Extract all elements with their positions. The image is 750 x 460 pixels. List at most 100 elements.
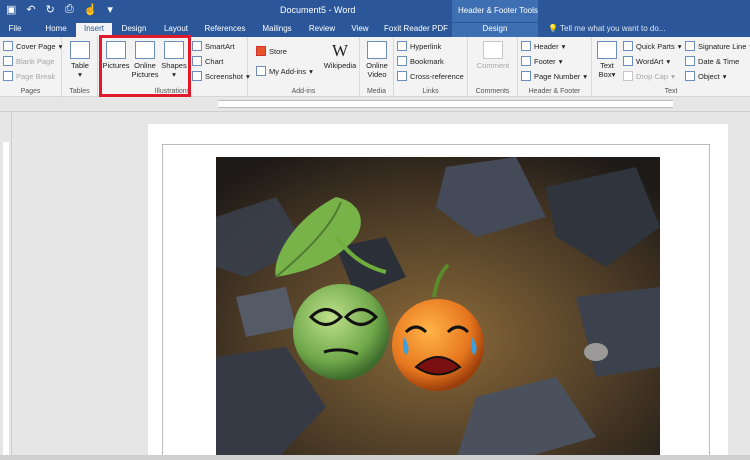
- tab-file[interactable]: File: [0, 23, 30, 37]
- tab-home[interactable]: Home: [38, 23, 74, 37]
- store-icon: [256, 46, 266, 56]
- page-break-button[interactable]: Page Break: [3, 71, 55, 81]
- pictures-button[interactable]: Pictures: [102, 41, 130, 70]
- cover-page-icon: [3, 41, 13, 51]
- my-addins-icon: [256, 66, 266, 76]
- group-label-media: Media: [366, 88, 387, 95]
- tab-foxit-reader-pdf[interactable]: Foxit Reader PDF: [380, 23, 452, 37]
- cross-reference-icon: [397, 71, 407, 81]
- text-box-button[interactable]: Text Box▾: [595, 41, 619, 79]
- comment-button[interactable]: Comment: [472, 41, 514, 70]
- document-page[interactable]: [148, 124, 728, 460]
- chart-button[interactable]: Chart: [192, 56, 223, 66]
- quick-parts-button[interactable]: Quick Parts ▾: [623, 41, 682, 51]
- tab-mailings[interactable]: Mailings: [254, 23, 300, 37]
- blank-page-icon: [3, 56, 13, 66]
- shapes-button[interactable]: Shapes ▾: [161, 41, 187, 79]
- ruler-track: [218, 100, 673, 108]
- tab-layout[interactable]: Layout: [156, 23, 196, 37]
- group-label-illustrations: Illustrations: [154, 88, 191, 95]
- table-icon: [70, 41, 90, 59]
- touch-mode-icon[interactable]: ☝: [84, 3, 98, 16]
- customize-qat-icon[interactable]: ▾: [107, 3, 113, 16]
- wikipedia-icon: W: [331, 41, 349, 60]
- smartart-button[interactable]: SmartArt: [192, 41, 235, 51]
- vertical-ruler-track: [3, 142, 9, 460]
- date-time-button[interactable]: Date & Time: [685, 56, 739, 66]
- bookmark-button[interactable]: Bookmark: [397, 56, 444, 66]
- tab-view[interactable]: View: [344, 23, 376, 37]
- inserted-picture[interactable]: [216, 157, 660, 460]
- tab-review[interactable]: Review: [302, 23, 342, 37]
- group-label-header-footer: Header & Footer: [528, 88, 581, 95]
- wordart-button[interactable]: WordArt ▾: [623, 56, 670, 66]
- tell-me-search[interactable]: 💡 Tell me what you want to do...: [548, 24, 665, 33]
- group-media: Online Video Media: [360, 37, 394, 97]
- bookmark-icon: [397, 56, 407, 66]
- title-bar: ▣ ↶ ↻ ⎙ ☝ ▾ Document5 - Word Header & Fo…: [0, 0, 750, 22]
- header-icon: [521, 41, 531, 51]
- signature-line-button[interactable]: Signature Line▾: [685, 41, 750, 51]
- group-tables: Table ▾ Tables: [62, 37, 98, 97]
- footer-button[interactable]: Footer ▾: [521, 56, 562, 66]
- footer-icon: [521, 56, 531, 66]
- group-label-links: Links: [422, 88, 439, 95]
- chart-icon: [192, 56, 202, 66]
- tab-insert[interactable]: Insert: [76, 23, 112, 37]
- wordart-icon: [623, 56, 633, 66]
- pictures-icon: [106, 41, 126, 59]
- quick-access-toolbar: ▣ ↶ ↻ ⎙ ☝ ▾: [6, 3, 113, 16]
- horizontal-ruler: [0, 97, 750, 112]
- hyperlink-icon: [397, 41, 407, 51]
- hyperlink-button[interactable]: Hyperlink: [397, 41, 441, 51]
- ribbon: Cover Page ▾ Blank Page Page Break Pages …: [0, 37, 750, 97]
- picture-content: [216, 157, 660, 460]
- group-pages: Cover Page ▾ Blank Page Page Break Pages: [0, 37, 62, 97]
- drop-cap-button[interactable]: Drop Cap ▾: [623, 71, 675, 81]
- group-links: Hyperlink Bookmark Cross-reference Links: [394, 37, 468, 97]
- group-label-tables: Tables: [69, 88, 90, 95]
- page-number-button[interactable]: Page Number ▾: [521, 71, 587, 81]
- print-preview-icon[interactable]: ⎙: [65, 3, 74, 16]
- redo-icon[interactable]: ↻: [46, 3, 55, 16]
- group-label-addins: Add-ins: [291, 88, 316, 95]
- my-addins-button[interactable]: My Add-ins ▾: [256, 66, 313, 76]
- cover-page-button[interactable]: Cover Page ▾: [3, 41, 62, 51]
- group-header-footer: Header ▾ Footer ▾ Page Number ▾ Header & Fo…: [518, 37, 592, 97]
- save-icon[interactable]: ▣: [6, 3, 16, 16]
- online-video-button[interactable]: Online Video: [364, 41, 390, 79]
- signature-line-icon: [685, 41, 695, 51]
- document-canvas: [12, 112, 750, 460]
- object-button[interactable]: Object ▾: [685, 71, 726, 81]
- header-button[interactable]: Header ▾: [521, 41, 565, 51]
- undo-icon[interactable]: ↶: [26, 3, 35, 16]
- shapes-icon: [164, 41, 184, 59]
- quick-parts-icon: [623, 41, 633, 51]
- comment-icon: [483, 41, 503, 59]
- screenshot-icon: [192, 71, 202, 81]
- table-button[interactable]: Table ▾: [68, 41, 92, 79]
- vertical-ruler: [0, 112, 12, 460]
- page-number-icon: [521, 71, 531, 81]
- group-label-pages: Pages: [20, 88, 41, 95]
- tab-references[interactable]: References: [198, 23, 252, 37]
- drop-cap-icon: [623, 71, 633, 81]
- online-pictures-button[interactable]: Online Pictures: [131, 41, 159, 79]
- tell-me-placeholder: Tell me what you want to do...: [560, 24, 666, 33]
- group-label-comments: Comments: [475, 88, 510, 95]
- tab-header-footer-design[interactable]: Design: [452, 23, 538, 37]
- online-pictures-icon: [135, 41, 155, 59]
- object-icon: [685, 71, 695, 81]
- blank-page-button[interactable]: Blank Page: [3, 56, 54, 66]
- date-time-icon: [685, 56, 695, 66]
- group-text: Text Box▾ Quick Parts ▾ WordArt ▾ Drop Cap ▾…: [592, 37, 750, 97]
- tab-design[interactable]: Design: [114, 23, 154, 37]
- wikipedia-button[interactable]: W Wikipedia: [322, 41, 358, 70]
- store-button[interactable]: Store: [256, 46, 287, 56]
- page-break-icon: [3, 71, 13, 81]
- cross-reference-button[interactable]: Cross-reference: [397, 71, 464, 81]
- screenshot-button[interactable]: Screenshot ▾: [192, 71, 250, 81]
- smartart-icon: [192, 41, 202, 51]
- text-box-icon: [597, 41, 617, 59]
- lightbulb-icon: 💡: [548, 24, 558, 33]
